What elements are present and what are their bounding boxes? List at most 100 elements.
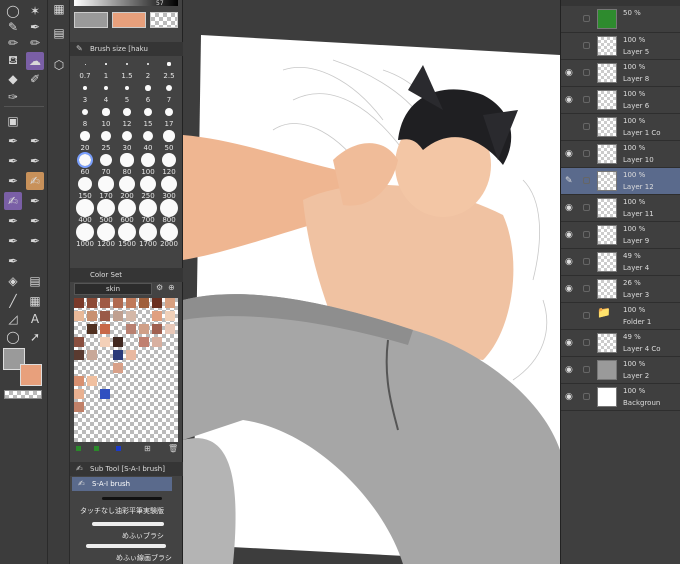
lock-toggle[interactable]: [583, 258, 590, 265]
brush-size-dot[interactable]: [167, 62, 171, 66]
lock-toggle[interactable]: [583, 123, 590, 130]
brush-size-dot[interactable]: [101, 131, 111, 141]
brush-size-dot[interactable]: [120, 153, 134, 167]
balloon-icon[interactable]: ◯: [4, 328, 22, 346]
layer-row[interactable]: 📁 100 % Folder 1: [561, 303, 680, 330]
layer-row[interactable]: ◉ 100 % Layer 9: [561, 222, 680, 249]
lock-toggle[interactable]: [583, 393, 590, 400]
color-swatch[interactable]: [113, 337, 123, 347]
eye-icon[interactable]: ◉: [565, 365, 573, 375]
brush-size-dot[interactable]: [118, 199, 136, 217]
layer-row[interactable]: ◉ 49 % Layer 4: [561, 249, 680, 276]
pencil-icon[interactable]: ✏: [4, 34, 22, 52]
brush-size-dot[interactable]: [166, 85, 172, 91]
eye-icon[interactable]: ◉: [565, 284, 573, 294]
layer-row[interactable]: ◉ 100 % Layer 8: [561, 60, 680, 87]
brush-size-dot[interactable]: [77, 152, 93, 168]
brush-size-dot[interactable]: [146, 62, 150, 66]
brush-size-dot[interactable]: [119, 176, 135, 192]
brush-size-dot[interactable]: [145, 85, 151, 91]
lock-toggle[interactable]: [583, 177, 590, 184]
airbrush-icon[interactable]: ✑: [4, 88, 22, 106]
lock-toggle[interactable]: [583, 366, 590, 373]
layer-row[interactable]: ◉ 26 % Layer 3: [561, 276, 680, 303]
sub-tool-item[interactable]: めふぃ線画ブラシ: [72, 542, 172, 564]
color-swatch[interactable]: [139, 337, 149, 347]
lock-toggle[interactable]: [583, 42, 590, 49]
brush-size-dot[interactable]: [103, 85, 109, 91]
brush-size-dot[interactable]: [125, 62, 129, 66]
brush-size-dot[interactable]: [76, 223, 94, 241]
color-swatch[interactable]: [74, 311, 84, 321]
gradient-icon[interactable]: ▤: [26, 272, 44, 290]
brush-size-dot[interactable]: [142, 130, 154, 142]
color-swatch[interactable]: [165, 324, 175, 334]
brush-size-dot[interactable]: [139, 199, 157, 217]
lock-toggle[interactable]: [583, 69, 590, 76]
brush-size-dot[interactable]: [97, 223, 115, 241]
color-swatch[interactable]: [113, 311, 123, 321]
color-swatch[interactable]: [87, 311, 97, 321]
lock-toggle[interactable]: [583, 204, 590, 211]
layer-tool-icon[interactable]: ▣: [4, 112, 22, 130]
sub-tool-item[interactable]: タッチなし油彩平筆実験版: [72, 493, 172, 517]
layer-row[interactable]: ✎ 100 % Layer 12: [561, 168, 680, 195]
color-swatch[interactable]: [74, 337, 84, 347]
color-swatch[interactable]: [165, 311, 175, 321]
brush-size-dot[interactable]: [99, 153, 113, 167]
lock-toggle[interactable]: [583, 231, 590, 238]
layer-row[interactable]: ◉ 100 % Layer 6: [561, 87, 680, 114]
color-set-settings-icon[interactable]: ⚙: [156, 283, 163, 292]
color-swatch[interactable]: [74, 389, 84, 399]
delete-color-icon[interactable]: 🗑: [168, 444, 178, 453]
color-swatch[interactable]: [165, 298, 175, 308]
brush-size-dot[interactable]: [123, 108, 131, 116]
brush-size-dot[interactable]: [160, 175, 178, 193]
color-swatch[interactable]: [113, 350, 123, 360]
color-swatch[interactable]: [100, 389, 110, 399]
color-history-sub[interactable]: [112, 12, 146, 28]
lock-toggle[interactable]: [583, 96, 590, 103]
brush-size-dot[interactable]: [76, 199, 94, 217]
color-swatch[interactable]: [100, 311, 110, 321]
brush-size-dot[interactable]: [80, 131, 90, 141]
text-icon[interactable]: A: [26, 310, 44, 328]
layer-row[interactable]: ◉ 100 % Backgroun: [561, 384, 680, 411]
lock-toggle[interactable]: [583, 15, 590, 22]
frame-icon[interactable]: ▦: [26, 292, 44, 310]
brush-size-dot[interactable]: [139, 223, 157, 241]
canvas-area[interactable]: [183, 0, 560, 564]
color-swatch[interactable]: [74, 402, 84, 412]
color-set-add-icon[interactable]: ⊕: [168, 283, 175, 292]
eye-icon[interactable]: ◉: [565, 203, 573, 213]
ink-icon[interactable]: ✒: [26, 192, 44, 210]
color-swatch[interactable]: [100, 298, 110, 308]
pen-10-icon[interactable]: ✒: [4, 252, 22, 270]
fill-icon[interactable]: ◈: [4, 272, 22, 290]
brush-size-dot[interactable]: [83, 86, 87, 90]
brush-size-dot[interactable]: [77, 176, 93, 192]
pen-9-icon[interactable]: ✒: [26, 232, 44, 250]
correct-line-icon[interactable]: ➚: [26, 328, 44, 346]
pen-2-icon[interactable]: ✒: [26, 132, 44, 150]
color-history-main[interactable]: [74, 12, 108, 28]
pen-6-icon[interactable]: ✒: [4, 212, 22, 230]
lock-toggle[interactable]: [583, 150, 590, 157]
brush-size-dot[interactable]: [102, 108, 110, 116]
eye-icon[interactable]: ◉: [565, 149, 573, 159]
bucket-icon[interactable]: ⛾: [4, 52, 22, 70]
color-set-select[interactable]: skin: [74, 283, 152, 295]
color-swatch[interactable]: [100, 324, 110, 334]
layer-row[interactable]: 100 % Layer 5: [561, 33, 680, 60]
color-swatch[interactable]: [152, 337, 162, 347]
color-swatch[interactable]: [139, 298, 149, 308]
menu-icon[interactable]: ▤: [50, 24, 68, 42]
eye-icon[interactable]: ◉: [565, 230, 573, 240]
brush-size-dot[interactable]: [98, 176, 114, 192]
color-swatch[interactable]: [126, 311, 136, 321]
color-swatch[interactable]: [87, 298, 97, 308]
brush-size-dot[interactable]: [164, 107, 174, 117]
color-swatch[interactable]: [152, 311, 162, 321]
color-swatch[interactable]: [74, 298, 84, 308]
layer-row[interactable]: ◉ 49 % Layer 4 Co: [561, 330, 680, 357]
